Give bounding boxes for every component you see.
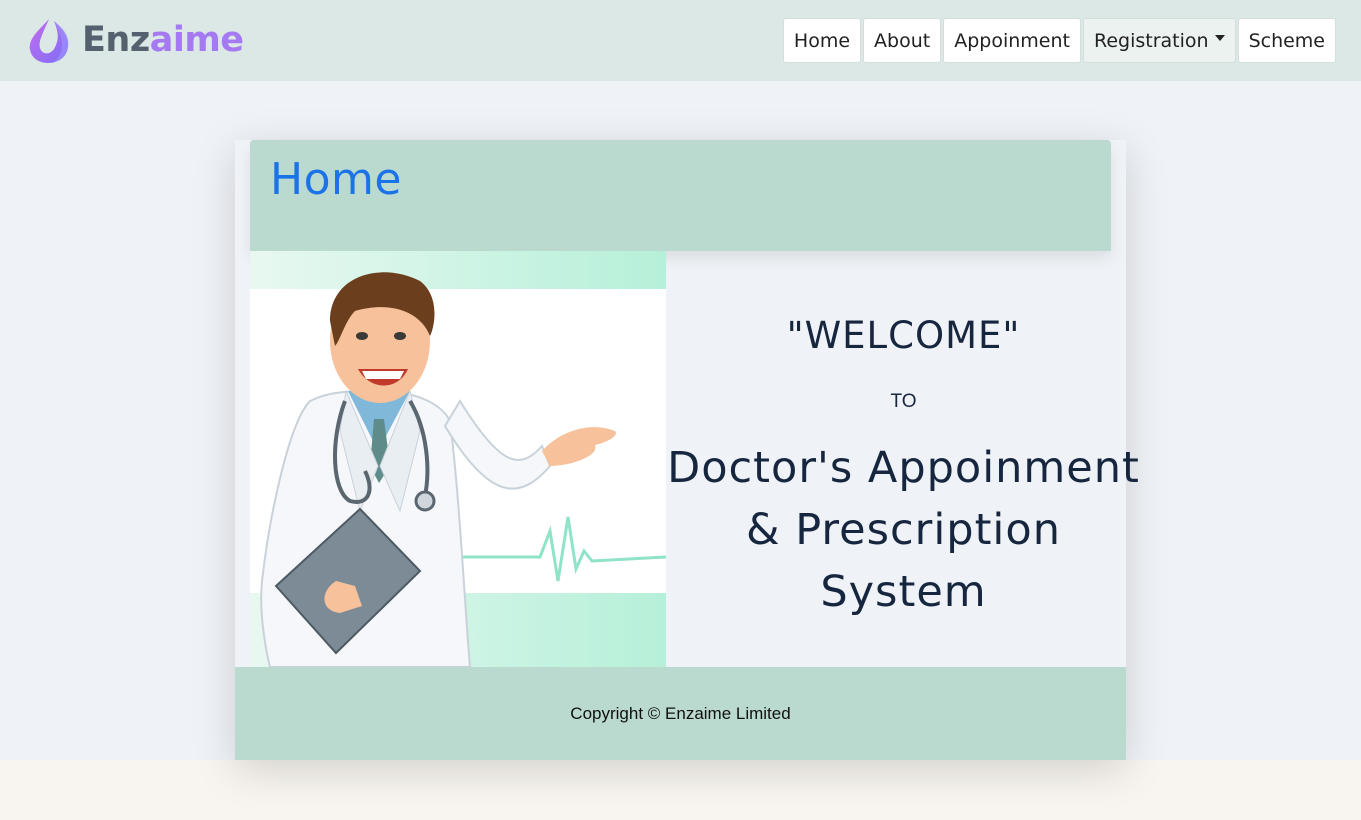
doctor-illustration bbox=[250, 251, 666, 667]
nav-item-registration-label: Registration bbox=[1093, 29, 1209, 52]
nav-menu: Home About Appoinment Registration Schem… bbox=[782, 18, 1336, 63]
drop-logo-icon bbox=[29, 19, 69, 63]
welcome-to: TO bbox=[890, 391, 917, 412]
page-title: Home bbox=[270, 154, 402, 205]
brand-name-part2: aime bbox=[149, 20, 244, 60]
brand-link[interactable]: Enzaime bbox=[24, 14, 244, 66]
nav-item-appoinment[interactable]: Appoinment bbox=[943, 18, 1081, 63]
nav-item-scheme[interactable]: Scheme bbox=[1237, 18, 1336, 63]
system-title: Doctor's Appoinment & Prescription Syste… bbox=[667, 443, 1140, 617]
brand-name-part1: Enz bbox=[82, 20, 150, 60]
caret-down-icon bbox=[1214, 34, 1225, 41]
brand-name: Enzaime bbox=[82, 20, 244, 60]
copyright-text: Copyright © Enzaime Limited bbox=[570, 704, 791, 723]
welcome-quote: "WELCOME" bbox=[786, 314, 1021, 357]
card-footer: Copyright © Enzaime Limited bbox=[235, 667, 1126, 760]
navbar: Enzaime Home About Appoinment Registrati… bbox=[0, 0, 1361, 81]
home-card: Home "WELCOME" TO Doctor's Appoinment & … bbox=[235, 140, 1139, 760]
nav-item-home[interactable]: Home bbox=[782, 18, 862, 63]
nav-item-about[interactable]: About bbox=[863, 18, 942, 63]
nav-item-registration[interactable]: Registration bbox=[1082, 18, 1236, 63]
welcome-panel: "WELCOME" TO Doctor's Appoinment & Presc… bbox=[666, 251, 1141, 667]
card-header: Home bbox=[250, 140, 1111, 251]
